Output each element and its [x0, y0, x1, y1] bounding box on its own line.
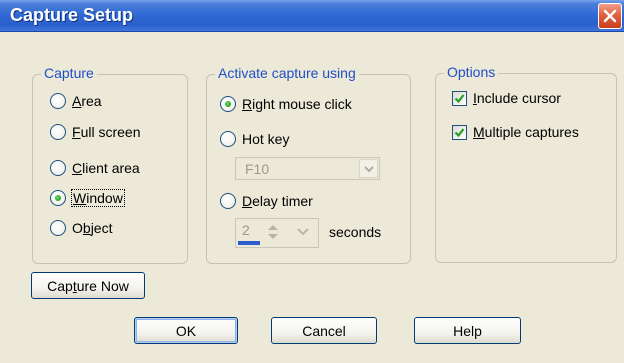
- spin-dropdown-icon[interactable]: [296, 222, 310, 242]
- capture-group-label: Capture: [41, 65, 97, 81]
- radio-full-screen-label: Full screen: [72, 124, 141, 140]
- multiple-captures-option[interactable]: Multiple captures: [452, 124, 579, 140]
- radio-client-area-label: Client area: [72, 160, 140, 176]
- radio-area-label: Area: [72, 93, 102, 109]
- help-button[interactable]: Help: [414, 317, 521, 344]
- spin-arrows-icon[interactable]: [266, 222, 280, 242]
- delay-timer-spinner[interactable]: 2: [235, 218, 319, 248]
- radio-hot-key-label: Hot key: [242, 131, 290, 147]
- checkmark-icon: [454, 93, 465, 103]
- radio-area-button[interactable]: [50, 93, 66, 109]
- chevron-down-icon: [364, 166, 374, 173]
- delay-timer-progress: [238, 241, 260, 245]
- radio-delay-timer-label: Delay timer: [242, 193, 313, 209]
- delay-timer-value: 2: [242, 222, 250, 238]
- radio-hot-key[interactable]: Hot key: [220, 131, 289, 147]
- activate-group-label: Activate capture using: [215, 65, 359, 81]
- radio-client-area-button[interactable]: [50, 160, 66, 176]
- seconds-label: seconds: [329, 224, 382, 240]
- close-icon: [603, 9, 617, 23]
- radio-object[interactable]: Object: [50, 220, 112, 236]
- cancel-button[interactable]: Cancel: [271, 317, 377, 344]
- radio-client-area[interactable]: Client area: [50, 160, 140, 176]
- include-cursor-checkbox[interactable]: [452, 90, 467, 106]
- multiple-captures-label: Multiple captures: [473, 124, 579, 140]
- radio-right-mouse-click-button[interactable]: [220, 96, 236, 112]
- radio-right-mouse-click[interactable]: Right mouse click: [220, 96, 352, 112]
- close-button[interactable]: [598, 3, 622, 29]
- radio-window-button[interactable]: [50, 190, 66, 206]
- radio-area[interactable]: Area: [50, 93, 102, 109]
- radio-delay-timer[interactable]: Delay timer: [220, 193, 313, 209]
- include-cursor-label: Include cursor: [473, 90, 561, 106]
- radio-object-label: Object: [72, 220, 113, 236]
- title-bar: Capture Setup: [0, 0, 624, 32]
- radio-window-label: Window: [71, 189, 125, 207]
- hot-key-value: F10: [245, 161, 270, 177]
- radio-window[interactable]: Window: [50, 189, 125, 207]
- help-button-label: Help: [453, 322, 482, 339]
- capture-now-label: Capture Now: [47, 277, 129, 294]
- checkmark-icon: [454, 127, 465, 137]
- radio-full-screen[interactable]: Full screen: [50, 124, 140, 140]
- radio-delay-timer-button[interactable]: [220, 193, 236, 209]
- capture-now-button[interactable]: Capture Now: [31, 272, 145, 299]
- hot-key-select[interactable]: F10: [235, 157, 380, 180]
- radio-object-button[interactable]: [50, 220, 66, 236]
- ok-button-label: OK: [175, 322, 197, 339]
- radio-right-mouse-click-label: Right mouse click: [242, 96, 352, 112]
- cancel-button-label: Cancel: [302, 322, 346, 339]
- radio-full-screen-button[interactable]: [50, 124, 66, 140]
- options-group-label: Options: [444, 64, 499, 80]
- include-cursor-option[interactable]: Include cursor: [452, 90, 561, 106]
- ok-button[interactable]: OK: [134, 317, 238, 344]
- window-title: Capture Setup: [10, 5, 134, 25]
- radio-hot-key-button[interactable]: [220, 131, 236, 147]
- hot-key-dropdown-button[interactable]: [359, 159, 378, 178]
- multiple-captures-checkbox[interactable]: [452, 124, 467, 140]
